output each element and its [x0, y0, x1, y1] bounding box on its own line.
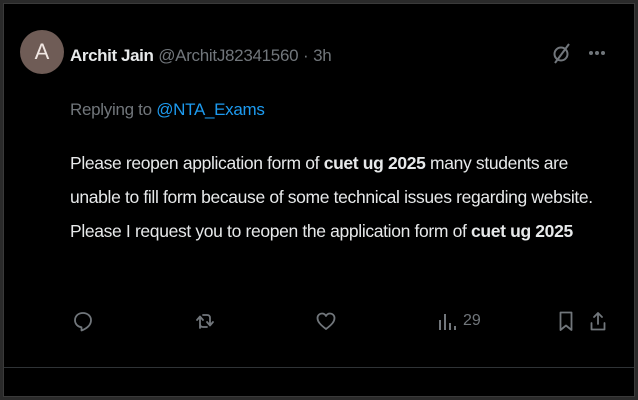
share-icon: [588, 310, 608, 332]
more-icon[interactable]: [588, 50, 606, 56]
replying-prefix: Replying to: [70, 100, 157, 119]
reply-button[interactable]: [72, 310, 94, 332]
tweet-card: A Archit Jain @ArchitJ82341560 · 3h Repl…: [3, 3, 635, 397]
views-button[interactable]: 29: [437, 310, 481, 332]
share-button[interactable]: [588, 310, 608, 332]
replying-mention[interactable]: @NTA_Exams: [156, 100, 265, 119]
tweet-text-part: Please reopen application form of: [70, 153, 324, 173]
next-tweet-area: [4, 368, 634, 396]
views-count: 29: [463, 312, 481, 329]
tweet-text-bold: cuet ug 2025: [471, 221, 573, 241]
bookmark-button[interactable]: [557, 310, 575, 332]
author-name[interactable]: Archit Jain: [70, 46, 154, 65]
author-handle[interactable]: @ArchitJ82341560: [158, 46, 298, 65]
avatar-letter: A: [34, 39, 50, 64]
tweet-time[interactable]: 3h: [313, 46, 332, 65]
tweet-text: Please reopen application form of cuet u…: [70, 146, 610, 248]
reply-icon: [72, 310, 94, 332]
tweet-text-bold: cuet ug 2025: [323, 153, 426, 173]
bookmark-icon: [557, 310, 575, 332]
views-icon: [437, 310, 457, 332]
retweet-button[interactable]: [194, 310, 216, 332]
like-button[interactable]: [315, 310, 337, 332]
like-icon: [315, 310, 337, 332]
avatar[interactable]: A: [20, 30, 64, 74]
action-bar: 29: [70, 310, 610, 340]
replying-to: Replying to @NTA_Exams: [70, 100, 265, 120]
tweet-header: Archit Jain @ArchitJ82341560 · 3h: [70, 46, 332, 66]
grok-icon[interactable]: [552, 42, 572, 64]
retweet-icon: [194, 310, 216, 332]
top-icons: [552, 42, 606, 64]
separator-dot: ·: [303, 46, 309, 65]
